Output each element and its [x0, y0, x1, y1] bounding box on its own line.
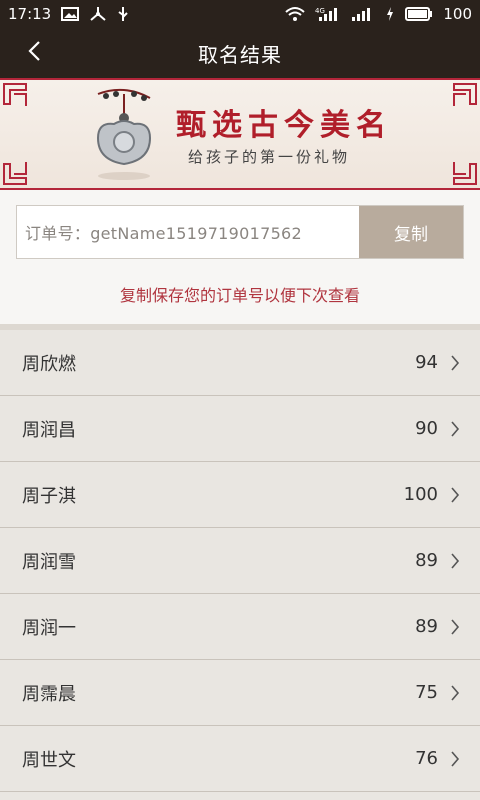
list-item[interactable]: 周世文 76	[0, 726, 480, 792]
share-notification-icon	[89, 6, 107, 22]
usb-icon	[117, 6, 129, 22]
score-value: 94	[415, 352, 438, 373]
score-value: 89	[415, 616, 438, 637]
list-item[interactable]: 周霈晨 75	[0, 660, 480, 726]
list-item[interactable]: 周子淇 100	[0, 462, 480, 528]
chevron-right-icon	[450, 354, 460, 372]
signal-4g-icon: 4G	[315, 6, 341, 22]
list-item[interactable]: 周润雪 89	[0, 528, 480, 594]
signal-icon	[351, 6, 375, 22]
page-title: 取名结果	[198, 42, 282, 67]
top-nav-bar: 取名结果	[0, 28, 480, 78]
chevron-right-icon	[450, 552, 460, 570]
status-time: 17:13	[8, 5, 52, 23]
score-value: 75	[415, 682, 438, 703]
score-value: 76	[415, 748, 438, 769]
name-label: 周欣燃	[22, 353, 76, 375]
promo-banner: 甄选古今美名 给孩子的第一份礼物	[0, 78, 480, 190]
chevron-right-icon	[450, 618, 460, 636]
score-value: 89	[415, 550, 438, 571]
copy-button[interactable]: 复制	[359, 206, 463, 258]
wifi-icon	[285, 6, 306, 22]
chevron-left-icon	[27, 40, 41, 66]
order-number-field[interactable]: 订单号：getName1519719017562	[17, 206, 359, 258]
order-number-box: 订单号：getName1519719017562 复制	[16, 205, 464, 259]
order-section: 订单号：getName1519719017562 复制 复制保存您的订单号以便下…	[0, 190, 480, 324]
score-value: 100	[403, 484, 438, 505]
corner-pattern-icon	[3, 162, 27, 185]
battery-icon	[405, 6, 433, 22]
chevron-right-icon	[450, 684, 460, 702]
banner-subtitle: 给孩子的第一份礼物	[188, 148, 351, 166]
corner-pattern-icon	[453, 162, 477, 185]
list-item[interactable]: 周润一 89	[0, 594, 480, 660]
charging-icon	[385, 6, 395, 22]
name-label: 周润雪	[22, 551, 76, 573]
name-label: 周子淇	[22, 485, 76, 507]
name-label: 周霈晨	[22, 683, 76, 705]
banner-title: 甄选古今美名	[176, 108, 392, 143]
list-item[interactable]: 周润昌 90	[0, 396, 480, 462]
score-value: 90	[415, 418, 438, 439]
name-label: 周润一	[22, 617, 76, 639]
image-notification-icon	[61, 6, 80, 22]
name-result-list: 周欣燃 94 周润昌 90 周子淇 100 周润雪 89 周润一 89 周霈晨 …	[0, 330, 480, 792]
corner-pattern-icon	[3, 83, 27, 106]
status-bar: 17:13 4G 100	[0, 0, 480, 28]
order-hint-text: 复制保存您的订单号以便下次查看	[119, 286, 360, 305]
corner-pattern-icon	[453, 83, 477, 106]
name-label: 周世文	[22, 749, 76, 771]
list-item[interactable]: 周欣燃 94	[0, 330, 480, 396]
chevron-right-icon	[450, 750, 460, 768]
lock-pendant-icon	[96, 88, 152, 180]
chevron-right-icon	[450, 486, 460, 504]
back-button[interactable]	[14, 28, 54, 78]
name-label: 周润昌	[22, 419, 76, 441]
battery-level: 100	[443, 5, 472, 23]
chevron-right-icon	[450, 420, 460, 438]
svg-text:4G: 4G	[315, 7, 325, 15]
